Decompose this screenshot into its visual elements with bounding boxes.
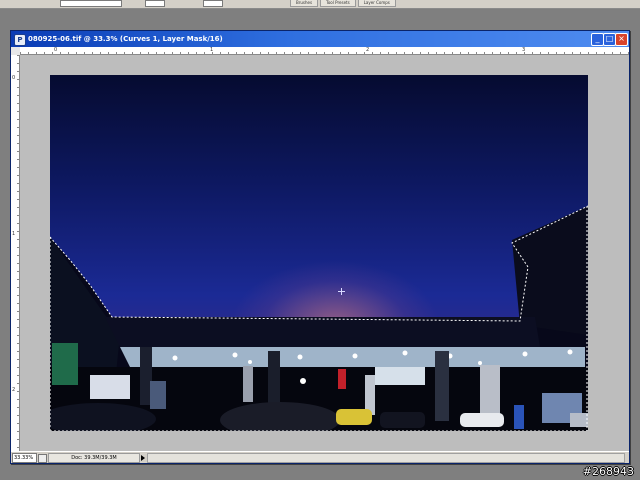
photoshop-document-icon[interactable]: P <box>14 34 26 46</box>
options-field[interactable] <box>203 0 223 7</box>
close-button[interactable]: × <box>615 33 628 46</box>
tab-tool-presets[interactable]: Tool Presets <box>320 0 356 7</box>
ruler-tick-label: 0 <box>12 75 16 81</box>
options-field[interactable] <box>145 0 165 7</box>
status-bar: 33.33% Doc: 39.3M/39.3M <box>11 451 629 463</box>
ruler-tick-label: 2 <box>12 387 16 393</box>
title-bar[interactable]: P 080925-06.tif @ 33.3% (Curves 1, Layer… <box>11 31 629 47</box>
options-field[interactable] <box>60 0 122 7</box>
canvas-area[interactable] <box>20 55 629 451</box>
status-menu-arrow-icon[interactable] <box>141 455 145 461</box>
horizontal-scrollbar[interactable] <box>147 453 625 463</box>
document-title: 080925-06.tif @ 33.3% (Curves 1, Layer M… <box>28 35 223 43</box>
watermark-text: #268943 <box>582 465 634 478</box>
crosshair-cursor-icon <box>338 288 345 295</box>
photo-canvas[interactable] <box>50 75 588 431</box>
ruler-tick-label: 1 <box>210 47 214 53</box>
document-size-info[interactable]: Doc: 39.3M/39.3M <box>48 453 140 463</box>
options-bar: Brushes Tool Presets Layer Comps <box>0 0 640 9</box>
zoom-field[interactable]: 33.33% <box>12 453 37 463</box>
palette-well: Brushes Tool Presets Layer Comps <box>290 0 396 7</box>
gas-station-scene <box>50 205 588 431</box>
vertical-ruler[interactable]: 0 1 2 <box>11 55 20 451</box>
tab-brushes[interactable]: Brushes <box>290 0 319 7</box>
ruler-tick-label: 2 <box>366 47 370 53</box>
ruler-tick-label: 0 <box>54 47 58 53</box>
horizontal-ruler[interactable]: 0 1 2 3 <box>20 47 629 55</box>
status-page-icon[interactable] <box>38 454 47 463</box>
document-window: P 080925-06.tif @ 33.3% (Curves 1, Layer… <box>10 30 630 464</box>
tab-layer-comps[interactable]: Layer Comps <box>357 0 396 7</box>
ruler-tick-label: 1 <box>12 231 16 237</box>
ruler-tick-label: 3 <box>522 47 526 53</box>
